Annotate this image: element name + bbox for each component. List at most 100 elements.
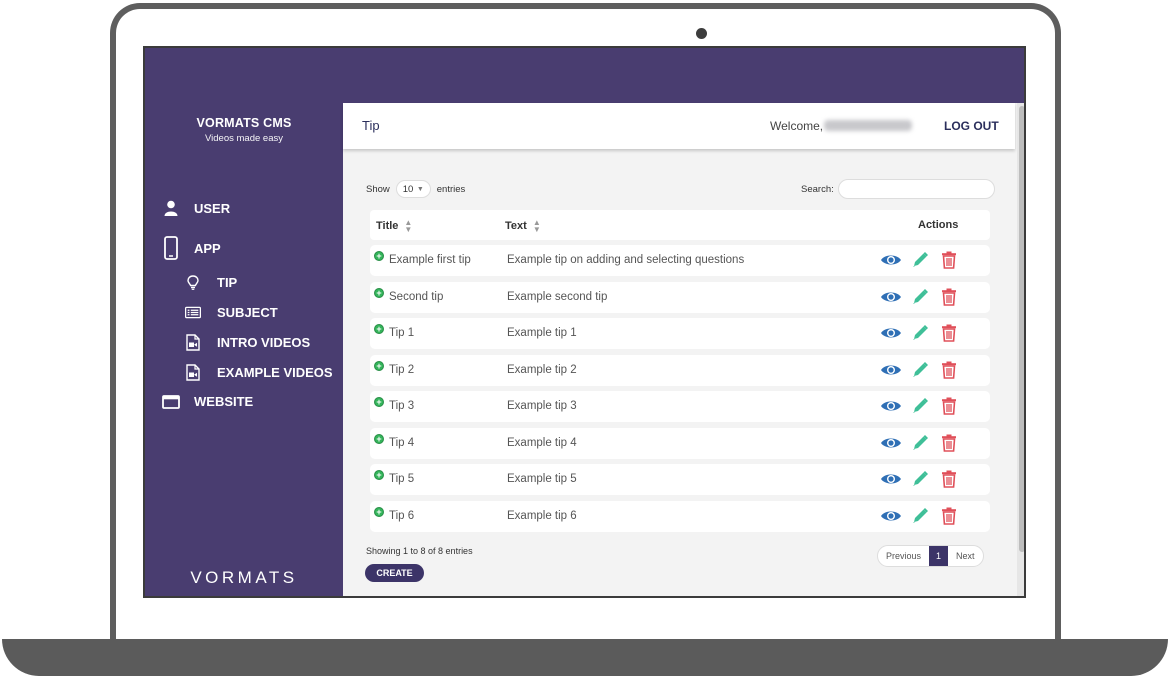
view-eye-icon[interactable] bbox=[880, 395, 902, 417]
sidebar-item-tip[interactable]: TIP bbox=[185, 275, 237, 290]
delete-trash-icon[interactable] bbox=[938, 286, 960, 308]
expand-row-icon[interactable]: + bbox=[374, 470, 384, 480]
edit-pencil-icon[interactable] bbox=[909, 468, 931, 490]
expand-row-icon[interactable]: + bbox=[374, 397, 384, 407]
column-text[interactable]: Text ▲ ▼ bbox=[505, 218, 541, 234]
scrollbar[interactable] bbox=[1017, 103, 1024, 596]
cell-text: Example tip 4 bbox=[507, 436, 577, 449]
laptop-base bbox=[2, 639, 1168, 676]
column-actions-label: Actions bbox=[918, 219, 959, 231]
column-title[interactable]: Title ▲ ▼ bbox=[376, 219, 412, 234]
sidebar-item-subject[interactable]: SUBJECT bbox=[185, 305, 278, 320]
sidebar-item-app[interactable]: APP bbox=[162, 236, 221, 260]
video-file-icon bbox=[185, 334, 201, 351]
sidebar-item-user[interactable]: USER bbox=[162, 200, 230, 216]
list-icon bbox=[185, 306, 201, 319]
table-row: + Tip 1 Example tip 1 bbox=[370, 318, 990, 349]
row-actions bbox=[880, 286, 967, 308]
row-actions bbox=[880, 359, 967, 381]
pagination: Previous 1 Next bbox=[877, 545, 984, 567]
scrollbar-thumb[interactable] bbox=[1019, 106, 1024, 552]
redacted-username bbox=[824, 120, 912, 131]
view-eye-icon[interactable] bbox=[880, 286, 902, 308]
edit-pencil-icon[interactable] bbox=[909, 505, 931, 527]
edit-pencil-icon[interactable] bbox=[909, 359, 931, 381]
edit-pencil-icon[interactable] bbox=[909, 432, 931, 454]
view-eye-icon[interactable] bbox=[880, 468, 902, 490]
entries-label: entries bbox=[436, 183, 466, 195]
cell-text: Example second tip bbox=[507, 290, 608, 303]
row-actions bbox=[880, 395, 967, 417]
view-eye-icon[interactable] bbox=[880, 505, 902, 527]
window-icon bbox=[162, 394, 180, 409]
view-eye-icon[interactable] bbox=[880, 359, 902, 381]
cell-title: Example first tip bbox=[389, 254, 471, 266]
expand-row-icon[interactable]: + bbox=[374, 506, 384, 517]
cell-text: Example tip 3 bbox=[507, 400, 577, 412]
cell-text: Example tip 5 bbox=[507, 473, 577, 485]
delete-trash-icon[interactable] bbox=[938, 322, 960, 344]
delete-trash-icon[interactable] bbox=[938, 359, 960, 381]
view-eye-icon[interactable] bbox=[880, 322, 902, 344]
delete-trash-icon[interactable] bbox=[938, 432, 960, 454]
table-row: + Tip 4 Example tip 4 bbox=[370, 427, 990, 459]
edit-pencil-icon[interactable] bbox=[909, 395, 931, 417]
page-length-select[interactable]: 10 ▼ bbox=[395, 180, 431, 198]
video-file-icon bbox=[185, 364, 201, 381]
delete-trash-icon[interactable] bbox=[938, 505, 960, 527]
column-text-label: Text bbox=[505, 220, 527, 232]
page-length-control: Show 10 ▼ entries bbox=[366, 180, 465, 198]
row-actions bbox=[880, 322, 967, 344]
cell-title: Tip 2 bbox=[389, 363, 415, 376]
table-row: + Example first tip Example tip on adding … bbox=[370, 245, 990, 276]
sidebar-item-label: TIP bbox=[217, 275, 238, 290]
edit-pencil-icon[interactable] bbox=[909, 286, 931, 308]
create-button[interactable]: CREATE bbox=[365, 564, 424, 582]
sidebar-item-example-videos[interactable]: EXAMPLE VIDEOS bbox=[185, 364, 333, 381]
page-length-value: 10 bbox=[402, 183, 414, 195]
cell-text: Example tip 1 bbox=[507, 327, 577, 339]
delete-trash-icon[interactable] bbox=[938, 249, 960, 271]
next-page-button[interactable]: Next bbox=[948, 546, 983, 566]
delete-trash-icon[interactable] bbox=[938, 468, 960, 490]
top-bar: Tip Welcome, LOG OUT bbox=[343, 103, 1015, 149]
mobile-icon bbox=[162, 236, 180, 260]
view-eye-icon[interactable] bbox=[880, 249, 902, 271]
edit-pencil-icon[interactable] bbox=[909, 322, 931, 344]
sidebar: VORMATS CMS Videos made easy USER APP TI… bbox=[145, 103, 343, 596]
welcome-text: Welcome, bbox=[770, 119, 824, 133]
page-title: Tip bbox=[362, 118, 380, 133]
expand-row-icon[interactable]: + bbox=[374, 433, 384, 444]
sidebar-item-label: SUBJECT bbox=[217, 305, 278, 320]
delete-trash-icon[interactable] bbox=[938, 395, 960, 417]
expand-row-icon[interactable]: + bbox=[374, 360, 384, 371]
lightbulb-icon bbox=[185, 275, 201, 290]
sort-icon: ▲ ▼ bbox=[532, 218, 541, 234]
sidebar-item-intro-videos[interactable]: INTRO VIDEOS bbox=[185, 334, 310, 351]
vormats-logo: VORMATS bbox=[190, 568, 298, 587]
expand-row-icon[interactable]: + bbox=[374, 251, 384, 261]
table-header: Title ▲ ▼ Text ▲ ▼ Actions bbox=[370, 210, 990, 240]
cell-title: Tip 5 bbox=[389, 473, 415, 485]
row-actions bbox=[880, 505, 967, 527]
table-info: Showing 1 to 8 of 8 entries bbox=[366, 546, 473, 556]
view-eye-icon[interactable] bbox=[880, 432, 902, 454]
expand-row-icon[interactable]: + bbox=[374, 287, 384, 298]
search-input[interactable] bbox=[837, 179, 995, 199]
table-row: + Tip 5 Example tip 5 bbox=[370, 464, 990, 495]
page-1-button[interactable]: 1 bbox=[929, 546, 949, 566]
show-label: Show bbox=[366, 183, 390, 195]
cell-text: Example tip 6 bbox=[507, 509, 577, 522]
cell-text: Example tip on adding and selecting ques… bbox=[507, 254, 745, 266]
previous-page-button[interactable]: Previous bbox=[878, 546, 929, 566]
logout-button[interactable]: LOG OUT bbox=[944, 119, 999, 133]
search-control: Search: bbox=[801, 179, 995, 199]
expand-row-icon[interactable]: + bbox=[374, 324, 384, 334]
sidebar-item-label: INTRO VIDEOS bbox=[217, 335, 311, 350]
sidebar-item-label: WEBSITE bbox=[194, 394, 254, 409]
sidebar-item-website[interactable]: WEBSITE bbox=[162, 394, 253, 409]
table-row: + Second tip Example second tip bbox=[370, 281, 990, 313]
edit-pencil-icon[interactable] bbox=[909, 249, 931, 271]
main-content: Tip Welcome, LOG OUT Show 10 ▼ entries S… bbox=[343, 103, 1024, 596]
brand-tagline: Videos made easy bbox=[205, 133, 283, 144]
